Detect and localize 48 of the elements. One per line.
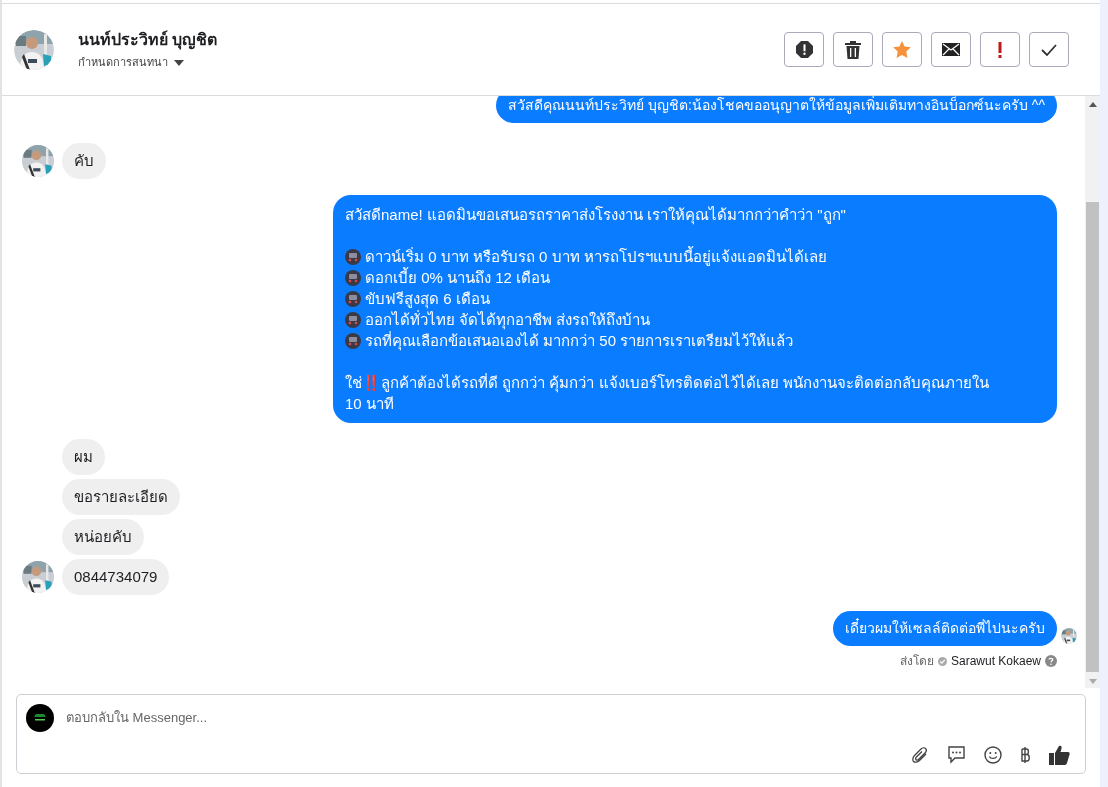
scroll-up-icon[interactable] bbox=[1088, 102, 1097, 107]
car-icon bbox=[345, 291, 361, 307]
conversation-status-dropdown[interactable]: กำหนดการสนทนา bbox=[78, 54, 218, 71]
message-bubble: หน่อยคับ bbox=[62, 519, 144, 555]
emoji-icon[interactable] bbox=[984, 746, 1002, 764]
sent-by-label: ส่งโดย bbox=[899, 653, 934, 670]
message-text: รถที่คุณเลือกข้อเสนอเองได้ มากกว่า 50 รายการเราเตรียมไว้ให้แล้ว bbox=[365, 330, 794, 351]
car-icon bbox=[345, 270, 361, 286]
report-button[interactable] bbox=[784, 32, 824, 67]
message-text: ดาวน์เริ่ม 0 บาท หรือรับรถ 0 บาท หารถโปรฯแบบนี้อยู่แจ้งแอดมินได้เลย bbox=[365, 246, 827, 267]
message-bubble: คับ bbox=[62, 143, 106, 179]
car-icon bbox=[345, 333, 361, 349]
car-icon bbox=[345, 312, 361, 328]
thumbs-up-icon[interactable] bbox=[1049, 745, 1070, 765]
alert-icon bbox=[795, 41, 813, 58]
sender-name: Sarawut Kokaew bbox=[950, 653, 1041, 670]
message-bubble: เดี๋ยวผมให้เซลล์ติดต่อพี่ไปนะครับ bbox=[833, 611, 1057, 646]
message-text: ออกได้ทั่วไทย จัดได้ทุกอาชีพ ส่งรถให้ถึงบ้าน bbox=[365, 309, 651, 330]
star-button[interactable] bbox=[882, 32, 922, 67]
scrollbar[interactable] bbox=[1085, 96, 1100, 688]
paperclip-icon[interactable] bbox=[911, 746, 929, 764]
mark-unread-button[interactable] bbox=[931, 32, 971, 67]
exclamation-icon bbox=[998, 41, 1002, 58]
check-icon bbox=[1041, 43, 1057, 56]
done-button[interactable] bbox=[1029, 32, 1069, 67]
help-icon[interactable] bbox=[1045, 655, 1057, 667]
delete-button[interactable] bbox=[833, 32, 873, 67]
message-bubble: สวัสดีคุณนนท์ประวิทย์ บุญชิต:น้องโชคขออนุญาตให้ข้อมูลเพิ่มเติมทางอินบ็อกซ์นะครับ ^^ bbox=[496, 96, 1057, 123]
chat-bubble-icon[interactable] bbox=[947, 746, 966, 764]
message-bubble: ผม bbox=[62, 439, 105, 475]
page-logo-icon bbox=[26, 704, 54, 732]
baht-icon[interactable] bbox=[1020, 746, 1031, 764]
scrollbar-thumb[interactable] bbox=[1086, 202, 1099, 672]
message-bubble: ขอรายละเอียด bbox=[62, 479, 180, 515]
star-icon bbox=[893, 41, 911, 58]
caret-icon bbox=[174, 59, 184, 66]
verified-icon bbox=[937, 656, 947, 666]
message-text: สวัสดีname! แอดมินขอเสนอรถราคาส่งโรงงาน เราให้คุณได้มากกว่าคำว่า "ถูก" bbox=[345, 205, 846, 225]
reply-input[interactable]: ตอบกลับใน Messenger... bbox=[66, 708, 1076, 728]
trash-icon bbox=[845, 40, 861, 59]
contact-name: นนท์ประวิทย์ บุญชิต bbox=[78, 29, 218, 52]
mail-icon bbox=[942, 43, 960, 56]
flag-button[interactable] bbox=[980, 32, 1020, 67]
car-icon bbox=[345, 249, 361, 265]
message-text: ขับฟรีสูงสุด 6 เดือน bbox=[365, 289, 490, 309]
message-bubble: 0844734079 bbox=[62, 559, 170, 595]
message-text: ดอกเบี้ย 0% นานถึง 12 เดือน bbox=[365, 267, 551, 288]
message-text: ใช่‼ลูกค้าต้องได้รถที่ดี ถูกกว่า คุ้มกว่า แจ้งเบอร์โทรติดต่อไว้ได้เลย พนักงานจะติดต่อกลับคุณภายใน 10 นาที bbox=[345, 372, 990, 414]
